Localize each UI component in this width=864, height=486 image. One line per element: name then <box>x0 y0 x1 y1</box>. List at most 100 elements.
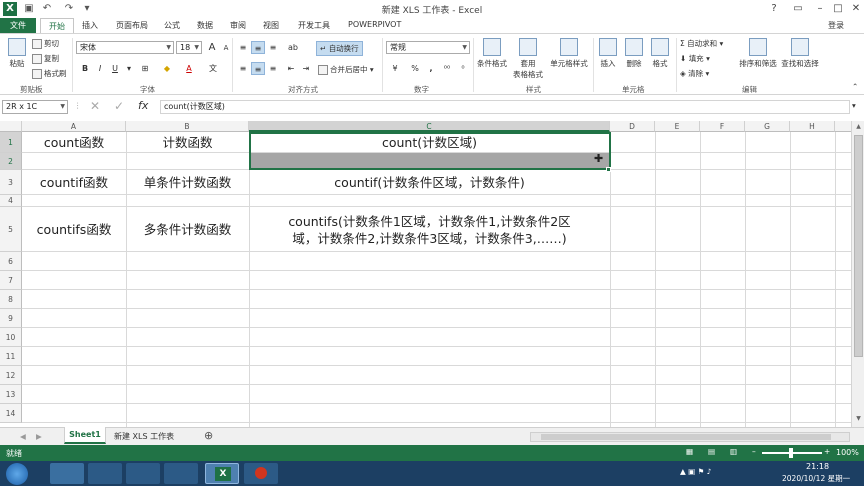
help-button[interactable]: ? <box>762 1 786 17</box>
decrease-decimal-icon[interactable]: ⁰ <box>456 62 470 75</box>
zoom-level[interactable]: 100% <box>836 448 859 457</box>
normal-view-icon[interactable]: ▦ <box>686 447 693 456</box>
name-box[interactable]: 2R x 1C ▼ <box>2 100 68 114</box>
horizontal-scrollbar-thumb[interactable] <box>541 434 831 440</box>
taskbar-browser-icon[interactable] <box>164 463 198 484</box>
tab-powerpivot[interactable]: POWERPIVOT <box>348 20 401 29</box>
column-header-c[interactable]: C <box>249 121 610 132</box>
row-header-2[interactable]: 2 <box>0 153 22 170</box>
fill-color-icon[interactable]: ◆ <box>160 62 174 75</box>
login-link[interactable]: 登录 <box>828 20 844 31</box>
tab-view[interactable]: 视图 <box>263 20 279 31</box>
align-left-icon[interactable]: ≡ <box>236 62 250 75</box>
align-right-icon[interactable]: ≡ <box>266 62 280 75</box>
orientation-icon[interactable]: ab <box>286 41 300 54</box>
page-layout-view-icon[interactable]: ▤ <box>708 447 715 456</box>
scrollbar-thumb[interactable] <box>854 135 863 357</box>
row-header-4[interactable]: 4 <box>0 195 22 207</box>
spreadsheet-grid[interactable]: A B C D E F G H 1 2 3 4 5 6 7 8 9 10 11 … <box>0 121 851 427</box>
row-header-11[interactable]: 11 <box>0 347 22 366</box>
column-header-e[interactable]: E <box>655 121 700 132</box>
cell-c3[interactable]: countif(计数条件区域，计数条件) <box>249 170 610 195</box>
row-header-1[interactable]: 1 <box>0 132 22 153</box>
align-top-icon[interactable]: ≡ <box>236 41 250 54</box>
delete-button[interactable]: 删除 <box>623 38 645 69</box>
cell-c5[interactable]: countifs(计数条件1区域，计数条件1,计数条件2区 域，计数条件2,计数… <box>249 207 610 252</box>
grow-font-button[interactable]: A <box>205 41 219 54</box>
cell-a1[interactable]: count函数 <box>22 132 126 153</box>
horizontal-scrollbar[interactable] <box>530 432 850 442</box>
row-header-3[interactable]: 3 <box>0 170 22 195</box>
row-header-10[interactable]: 10 <box>0 328 22 347</box>
cell-b3[interactable]: 单条件计数函数 <box>126 170 249 195</box>
merge-center-button[interactable]: 合并后居中 ▾ <box>318 64 374 75</box>
fill-button[interactable]: ⬇ 填充 ▾ <box>680 53 710 64</box>
cut-button[interactable]: 剪切 <box>32 38 59 49</box>
column-header-f[interactable]: F <box>700 121 745 132</box>
format-painter-button[interactable]: 格式刷 <box>32 68 67 79</box>
tab-data[interactable]: 数据 <box>197 20 213 31</box>
taskbar-app-icon[interactable] <box>50 463 84 484</box>
selected-cell-c2[interactable] <box>251 153 609 168</box>
border-icon[interactable]: ⊞ <box>138 62 152 75</box>
cancel-icon[interactable]: ✕ <box>90 99 100 113</box>
format-as-table-button[interactable]: 套用 表格格式 <box>510 38 546 80</box>
underline-button[interactable]: U <box>108 62 122 75</box>
row-header-7[interactable]: 7 <box>0 271 22 290</box>
percent-button[interactable]: % <box>408 62 422 75</box>
collapse-ribbon-icon[interactable]: ⌃ <box>852 82 858 91</box>
row-header-12[interactable]: 12 <box>0 366 22 385</box>
zoom-slider-thumb[interactable] <box>789 448 793 458</box>
tab-page-layout[interactable]: 页面布局 <box>116 20 148 31</box>
paste-button[interactable]: 粘贴 <box>4 38 30 69</box>
wrap-text-button[interactable]: ↵ 自动换行 <box>316 41 363 56</box>
comma-button[interactable]: , <box>424 62 438 75</box>
next-sheet-icon[interactable]: ▶ <box>36 432 42 441</box>
column-header-d[interactable]: D <box>610 121 655 132</box>
shrink-font-button[interactable]: A <box>219 42 233 55</box>
tab-insert[interactable]: 插入 <box>82 20 98 31</box>
row-header-6[interactable]: 6 <box>0 252 22 271</box>
find-select-button[interactable]: 查找和选择 <box>780 38 820 69</box>
page-break-view-icon[interactable]: ▥ <box>730 447 737 456</box>
format-cells-button[interactable]: 格式 <box>649 38 671 69</box>
insert-button[interactable]: 插入 <box>597 38 619 69</box>
sheet-tab-sheet1[interactable]: Sheet1 <box>64 427 106 444</box>
cell-c1[interactable]: count(计数区域) <box>249 132 610 153</box>
column-header-b[interactable]: B <box>126 121 249 132</box>
zoom-in-icon[interactable]: + <box>824 447 830 456</box>
copy-button[interactable]: 复制 <box>32 53 59 64</box>
tab-file[interactable]: 文件 <box>0 18 36 34</box>
sheet-tab-other[interactable]: 新建 XLS 工作表 <box>114 431 174 442</box>
row-header-8[interactable]: 8 <box>0 290 22 309</box>
close-icon[interactable]: ✕ <box>844 1 864 17</box>
scroll-up-icon[interactable]: ▲ <box>853 123 864 133</box>
row-header-9[interactable]: 9 <box>0 309 22 328</box>
align-center-icon[interactable]: ≡ <box>251 62 265 75</box>
tab-review[interactable]: 审阅 <box>230 20 246 31</box>
vertical-scrollbar[interactable]: ▲ ▼ <box>851 121 864 427</box>
cell-a5[interactable]: countifs函数 <box>22 207 126 252</box>
cell-styles-button[interactable]: 单元格样式 <box>548 38 590 69</box>
tray-icons[interactable]: ▲ ▣ ⚑ ♪ <box>680 467 712 476</box>
font-size-select[interactable]: 18 ▼ <box>176 41 202 54</box>
expand-formula-icon[interactable]: ▾ <box>852 101 856 110</box>
font-name-select[interactable]: 宋体 ▼ <box>76 41 174 54</box>
column-header-partial[interactable] <box>835 121 851 132</box>
scroll-down-icon[interactable]: ▼ <box>853 415 864 425</box>
clear-button[interactable]: ◈ 清除 ▾ <box>680 68 709 79</box>
sort-filter-button[interactable]: 排序和筛选 <box>738 38 778 69</box>
column-header-a[interactable]: A <box>22 121 126 132</box>
number-format-select[interactable]: 常规 ▼ <box>386 41 470 54</box>
align-bottom-icon[interactable]: ≡ <box>266 41 280 54</box>
row-header-13[interactable]: 13 <box>0 385 22 404</box>
increase-indent-icon[interactable]: ⇥ <box>299 62 313 75</box>
font-color-button[interactable]: A <box>182 62 196 75</box>
currency-icon[interactable]: ¥ <box>388 62 402 75</box>
insert-function-button[interactable]: fx <box>138 99 148 112</box>
start-button[interactable] <box>6 463 28 485</box>
formula-input[interactable]: count(计数区域) <box>160 100 850 114</box>
add-sheet-button[interactable]: ⊕ <box>204 429 213 442</box>
cell-b1[interactable]: 计数函数 <box>126 132 249 153</box>
taskbar-paint-icon[interactable] <box>88 463 122 484</box>
